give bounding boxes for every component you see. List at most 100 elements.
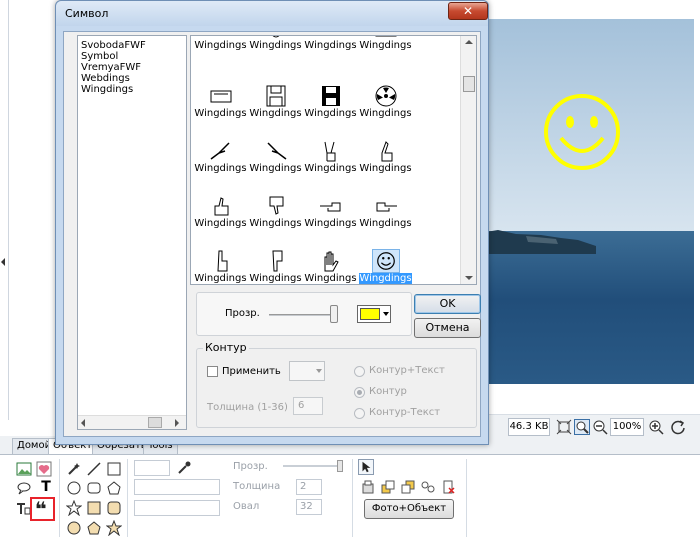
send-backward-icon[interactable] bbox=[400, 479, 416, 495]
pentagon-tool-icon[interactable] bbox=[106, 480, 122, 496]
font-item[interactable]: Symbol bbox=[81, 51, 118, 62]
object-stack-icon[interactable] bbox=[360, 479, 376, 495]
scroll-left-icon[interactable] bbox=[81, 419, 85, 427]
symbol-cell[interactable]: Wingdings bbox=[249, 135, 302, 187]
contour-legend: Контур bbox=[203, 341, 249, 354]
group-objects-icon[interactable] bbox=[420, 479, 436, 495]
symbol-cell[interactable]: Wingdings bbox=[194, 36, 247, 64]
image-insert-icon[interactable] bbox=[16, 461, 32, 477]
photo-canvas[interactable] bbox=[486, 19, 694, 384]
rectangle-tool-icon[interactable] bbox=[106, 461, 122, 477]
scroll-thumb[interactable] bbox=[463, 76, 475, 92]
contour-color-dropdown[interactable] bbox=[289, 361, 325, 381]
ellipse-tool-icon[interactable] bbox=[66, 480, 82, 496]
zoom-actual-icon[interactable] bbox=[574, 419, 590, 435]
zoom-out-icon[interactable] bbox=[592, 419, 608, 435]
smiley-overlay-icon[interactable] bbox=[542, 92, 622, 172]
symbol-cell[interactable]: Wingdings bbox=[194, 245, 247, 284]
scroll-right-icon[interactable] bbox=[175, 419, 179, 427]
ribbon-oval-input[interactable]: 32 bbox=[296, 499, 322, 515]
ribbon-separator bbox=[127, 459, 128, 537]
symbol-dialog: Символ ✕ SvobodaFWF Symbol VremyaFWF Web… bbox=[55, 0, 489, 445]
color-picker-dropdown[interactable] bbox=[134, 460, 170, 476]
symbol-grid-vscrollbar[interactable] bbox=[460, 36, 476, 284]
transparency-slider-track[interactable] bbox=[269, 314, 335, 316]
transparency-slider-thumb[interactable] bbox=[330, 305, 338, 323]
radio-contour[interactable] bbox=[354, 387, 365, 398]
symbol-cell[interactable]: Wingdings bbox=[194, 80, 247, 132]
symbol-cell[interactable]: Wingdings bbox=[249, 36, 302, 64]
radio-contour-text[interactable] bbox=[354, 366, 365, 377]
rounded-rect-tool-icon[interactable] bbox=[86, 480, 102, 496]
symbol-label: Wingdings bbox=[249, 218, 302, 229]
font-list[interactable]: SvobodaFWF Symbol VremyaFWF Webdings Win… bbox=[77, 35, 187, 430]
magic-pen-icon[interactable] bbox=[66, 461, 82, 477]
symbol-cell[interactable]: Wingdings bbox=[304, 135, 357, 187]
fill-style-dropdown[interactable] bbox=[134, 500, 220, 516]
symbol-cell[interactable]: Wingdings bbox=[194, 135, 247, 187]
symbol-cell-selected[interactable]: Wingdings bbox=[359, 245, 412, 284]
quote-symbol-icon[interactable]: ❝ bbox=[35, 497, 47, 521]
font-list-hscrollbar[interactable] bbox=[78, 415, 186, 429]
symbol-label: Wingdings bbox=[249, 40, 302, 51]
star-fill-tool-icon[interactable] bbox=[106, 520, 122, 536]
font-item[interactable]: Wingdings bbox=[81, 84, 133, 95]
symbol-cell[interactable]: Wingdings bbox=[359, 190, 412, 242]
zoom-in-icon[interactable] bbox=[648, 419, 664, 435]
collapse-left-icon[interactable] bbox=[1, 258, 5, 266]
heart-frame-icon[interactable] bbox=[36, 461, 52, 477]
circle-fill-tool-icon[interactable] bbox=[66, 520, 82, 536]
symbol-cell[interactable]: Wingdings bbox=[194, 190, 247, 242]
rotate-icon[interactable] bbox=[670, 419, 686, 435]
pentagon-fill-tool-icon[interactable] bbox=[86, 520, 102, 536]
close-button[interactable]: ✕ bbox=[448, 2, 488, 20]
rounded-square-fill-tool-icon[interactable] bbox=[106, 500, 122, 516]
text-tool-icon[interactable]: T bbox=[38, 479, 54, 495]
scroll-down-icon[interactable] bbox=[465, 276, 473, 280]
scroll-up-icon[interactable] bbox=[465, 40, 473, 44]
symbol-cell[interactable]: Wingdings bbox=[304, 80, 357, 132]
photo-object-button[interactable]: Фото+Объект bbox=[364, 499, 454, 519]
symbol-cell[interactable]: Wingdings bbox=[304, 190, 357, 242]
radio-contour-text-label: Контур+Текст bbox=[369, 365, 445, 376]
left-panel-collapsed[interactable] bbox=[0, 0, 9, 420]
cancel-button[interactable]: Отмена bbox=[414, 318, 481, 338]
status-bar: 46.3 KB 100% bbox=[486, 414, 700, 438]
apply-checkbox[interactable] bbox=[207, 366, 218, 377]
font-item[interactable]: SvobodaFWF bbox=[81, 40, 146, 51]
text-frame-icon[interactable] bbox=[15, 501, 31, 517]
eyedropper-icon[interactable] bbox=[176, 460, 192, 476]
font-item[interactable]: VremyaFWF bbox=[81, 62, 141, 73]
thickness-input[interactable]: 6 bbox=[293, 397, 323, 415]
symbol-grid[interactable]: Wingdings Wingdings Wingdings Wingdings … bbox=[190, 35, 477, 285]
symbol-cell[interactable]: Wingdings bbox=[304, 36, 357, 64]
symbol-tool-highlight[interactable]: ❝ bbox=[30, 497, 55, 521]
star-tool-icon[interactable] bbox=[66, 500, 82, 516]
line-tool-icon[interactable] bbox=[86, 461, 102, 477]
symbol-cell[interactable]: Wingdings bbox=[249, 190, 302, 242]
close-icon[interactable]: ✕ bbox=[463, 4, 473, 18]
bring-forward-icon[interactable] bbox=[380, 479, 396, 495]
speech-bubble-icon[interactable] bbox=[16, 480, 32, 496]
symbol-cell[interactable]: Wingdings bbox=[359, 36, 412, 64]
symbol-cell[interactable]: Wingdings bbox=[249, 80, 302, 132]
symbol-cell[interactable]: Wingdings bbox=[304, 245, 357, 284]
symbol-cell[interactable]: Wingdings bbox=[249, 245, 302, 284]
ribbon-thickness-input[interactable]: 2 bbox=[296, 479, 322, 495]
delete-object-icon[interactable] bbox=[440, 479, 456, 495]
scroll-thumb[interactable] bbox=[148, 417, 162, 428]
line-style-dropdown[interactable] bbox=[134, 479, 220, 495]
fit-window-icon[interactable] bbox=[556, 419, 572, 435]
dialog-titlebar[interactable]: Символ ✕ bbox=[56, 1, 488, 26]
ok-button[interactable]: OK bbox=[414, 294, 481, 314]
zoom-level[interactable]: 100% bbox=[610, 418, 644, 436]
square-fill-tool-icon[interactable] bbox=[86, 500, 102, 516]
color-swatch-button[interactable] bbox=[357, 305, 391, 323]
ribbon-transparency-slider[interactable] bbox=[283, 465, 343, 467]
symbol-cell[interactable]: Wingdings bbox=[359, 135, 412, 187]
radio-contour-minus-text[interactable] bbox=[354, 408, 365, 419]
ribbon-transparency-thumb[interactable] bbox=[337, 460, 343, 472]
font-item[interactable]: Webdings bbox=[81, 73, 130, 84]
select-pointer-icon[interactable] bbox=[358, 459, 374, 475]
symbol-cell[interactable]: Wingdings bbox=[359, 80, 412, 132]
